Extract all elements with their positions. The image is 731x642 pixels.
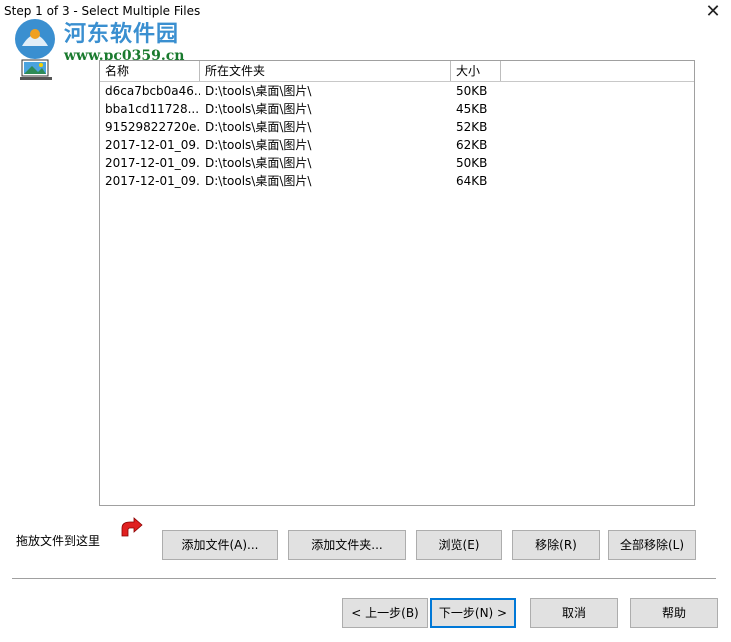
table-row[interactable]: 91529822720e... D:\tools\桌面\图片\ 52KB (100, 118, 694, 136)
file-folder-cell: D:\tools\桌面\图片\ (205, 156, 312, 170)
file-size-cell: 64KB (456, 174, 488, 188)
close-icon: ✕ (705, 1, 721, 22)
next-button[interactable]: 下一步(N) > (430, 598, 516, 628)
watermark-text: 河东软件园 (64, 21, 180, 47)
curved-arrow-icon (121, 517, 143, 537)
file-folder-cell: D:\tools\桌面\图片\ (205, 102, 312, 116)
close-button[interactable]: ✕ (703, 2, 723, 22)
remove-all-button[interactable]: 全部移除(L) (608, 530, 696, 560)
column-header-size[interactable]: 大小 (451, 61, 501, 81)
back-button[interactable]: < 上一步(B) (342, 598, 428, 628)
remove-button[interactable]: 移除(R) (512, 530, 600, 560)
separator (12, 578, 716, 579)
list-header: 名称 所在文件夹 大小 (100, 61, 694, 82)
column-header-name[interactable]: 名称 (100, 61, 200, 81)
file-folder-cell: D:\tools\桌面\图片\ (205, 84, 312, 98)
file-name-cell: bba1cd11728... (105, 102, 200, 116)
cancel-button[interactable]: 取消 (530, 598, 618, 628)
table-row[interactable]: 2017-12-01_09... D:\tools\桌面\图片\ 62KB (100, 136, 694, 154)
file-name-cell: 91529822720e... (105, 120, 200, 134)
file-folder-cell: D:\tools\桌面\图片\ (205, 174, 312, 188)
column-header-folder[interactable]: 所在文件夹 (200, 61, 451, 81)
app-icon (20, 59, 52, 80)
table-row[interactable]: 2017-12-01_09... D:\tools\桌面\图片\ 50KB (100, 154, 694, 172)
add-files-button[interactable]: 添加文件(A)... (162, 530, 278, 560)
drop-files-label: 拖放文件到这里 (16, 534, 101, 548)
table-row[interactable]: 2017-12-01_09... D:\tools\桌面\图片\ 64KB (100, 172, 694, 190)
browse-button[interactable]: 浏览(E) (416, 530, 502, 560)
file-name-cell: 2017-12-01_09... (105, 138, 200, 152)
help-button[interactable]: 帮助 (630, 598, 718, 628)
table-row[interactable]: bba1cd11728... D:\tools\桌面\图片\ 45KB (100, 100, 694, 118)
file-size-cell: 52KB (456, 120, 488, 134)
file-list[interactable]: 名称 所在文件夹 大小 d6ca7bcb0a46... D:\tools\桌面\… (99, 60, 695, 506)
file-folder-cell: D:\tools\桌面\图片\ (205, 120, 312, 134)
file-size-cell: 50KB (456, 156, 488, 170)
table-row[interactable]: d6ca7bcb0a46... D:\tools\桌面\图片\ 50KB (100, 82, 694, 100)
file-name-cell: 2017-12-01_09... (105, 174, 200, 188)
file-size-cell: 62KB (456, 138, 488, 152)
file-name-cell: 2017-12-01_09... (105, 156, 200, 170)
file-folder-cell: D:\tools\桌面\图片\ (205, 138, 312, 152)
add-folder-button[interactable]: 添加文件夹... (288, 530, 406, 560)
file-size-cell: 50KB (456, 84, 488, 98)
file-name-cell: d6ca7bcb0a46... (105, 84, 200, 98)
file-size-cell: 45KB (456, 102, 488, 116)
